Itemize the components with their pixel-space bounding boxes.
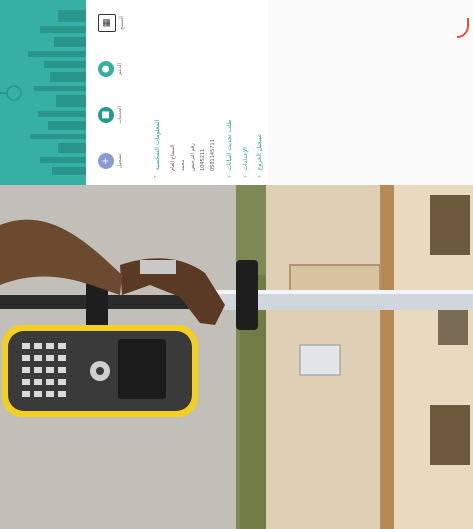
header-banner bbox=[0, 0, 86, 185]
chevron-icon: ‹ bbox=[242, 175, 249, 178]
info-license-value: 1045211 bbox=[200, 148, 206, 171]
menu-item-logout[interactable]: ‹ تسجيل الخروج bbox=[256, 134, 263, 181]
chevron-icon: ‹ bbox=[256, 175, 263, 178]
survey-photo bbox=[0, 185, 473, 529]
skyline-illustration bbox=[0, 0, 86, 185]
tile-services[interactable]: ■ الخدمات bbox=[98, 93, 123, 137]
chevron-icon: ‹ bbox=[226, 175, 233, 178]
logo-mark bbox=[457, 18, 469, 38]
qr-icon: ▦ bbox=[98, 14, 116, 32]
tile-label: الدعم bbox=[117, 63, 123, 75]
menu-label: تسجيل الخروج bbox=[256, 134, 263, 171]
info-phone-value: 0501145711 bbox=[210, 139, 216, 171]
tile-support[interactable]: ● الدعم bbox=[98, 47, 123, 91]
menu-item-settings[interactable]: ‹ الإعدادات bbox=[242, 147, 249, 181]
service-tiles: + تسجيل ■ الخدمات ● الدعم ▦ المسح bbox=[92, 0, 150, 185]
menu-item-update[interactable]: ‹ طلب تحديث البيانات bbox=[226, 120, 233, 181]
tile-label: تسجيل bbox=[117, 153, 123, 169]
app-screenshot-band: + تسجيل ■ الخدمات ● الدعم ▦ المسح ˅ المع… bbox=[0, 0, 473, 185]
plus-icon: + bbox=[98, 153, 114, 169]
menu-label: الإعدادات bbox=[242, 147, 249, 171]
info-license-label: رقم الترخيص bbox=[190, 143, 196, 171]
menu-item-profile[interactable]: ˅ المعلومات الشخصية bbox=[154, 120, 161, 181]
chevron-down-icon: ˅ bbox=[154, 175, 161, 178]
pin-icon: ● bbox=[98, 61, 114, 77]
tile-label: المسح bbox=[119, 16, 125, 30]
info-name-value: محمد bbox=[180, 159, 186, 171]
menu-label: طلب تحديث البيانات bbox=[226, 119, 233, 171]
rotated-app-screen: + تسجيل ■ الخدمات ● الدعم ▦ المسح ˅ المع… bbox=[0, 0, 268, 185]
tile-scan[interactable]: ▦ المسح bbox=[98, 1, 125, 45]
tile-label: الخدمات bbox=[117, 106, 123, 124]
tile-register[interactable]: + تسجيل bbox=[98, 139, 123, 183]
profile-menu: ˅ المعلومات الشخصية المساح العام محمد رق… bbox=[150, 0, 268, 185]
menu-label: المعلومات الشخصية bbox=[154, 119, 161, 171]
briefcase-icon: ■ bbox=[98, 107, 114, 123]
info-name-label: المساح العام bbox=[170, 144, 176, 171]
